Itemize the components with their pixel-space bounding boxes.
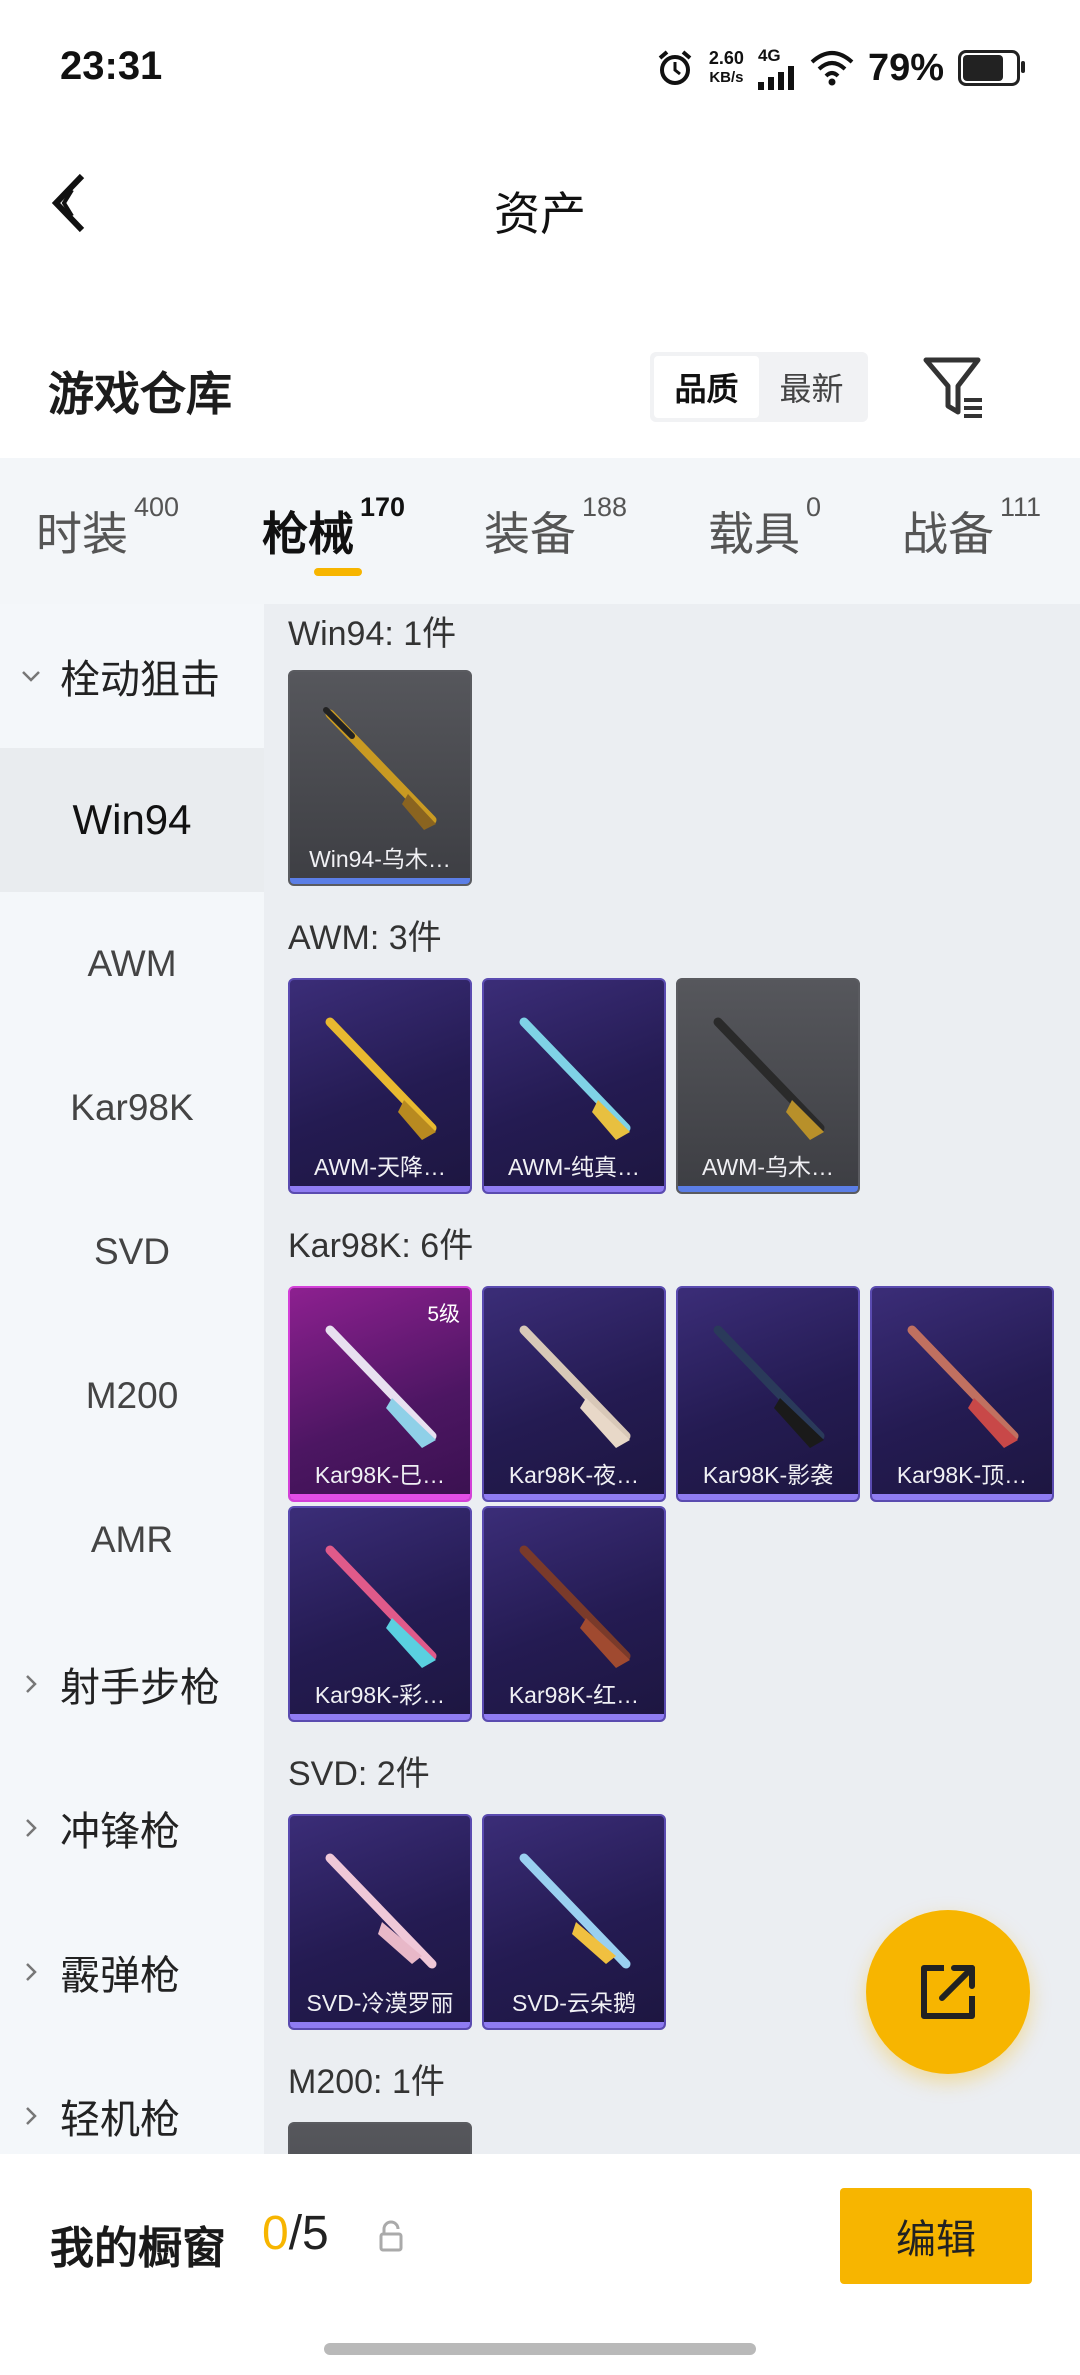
weapon-card-label: SVD-冷漠罗丽 <box>306 1990 454 2016</box>
wifi-icon <box>810 51 854 86</box>
weapon-card[interactable]: Win94-乌木… <box>288 670 472 886</box>
warehouse-title: 游戏仓库 <box>48 368 232 420</box>
rifle-icon <box>519 1853 631 1969</box>
sidebar-item-svd[interactable]: SVD <box>0 1180 264 1324</box>
sidebar-item-smg[interactable]: 冲锋枪 <box>0 1756 264 1900</box>
group-title-awm: AWM: 3件 <box>288 919 442 957</box>
rifle-icon <box>325 1545 437 1668</box>
weapon-card[interactable]: Kar98K-夜… <box>482 1286 666 1502</box>
weapon-card-label: Kar98K-夜… <box>508 1462 640 1488</box>
edit-button[interactable]: 编辑 <box>840 2188 1032 2284</box>
status-time: 23:31 <box>60 44 163 88</box>
weapon-card[interactable]: AWM-纯真… <box>482 978 666 1194</box>
weapon-card[interactable] <box>288 2122 472 2154</box>
weapon-card[interactable]: Kar98K-彩… <box>288 1506 472 1722</box>
showcase-count: 0/5 <box>262 2207 329 2260</box>
filter-icon[interactable] <box>920 350 990 424</box>
alarm-icon <box>658 50 692 85</box>
signal-indicator: 4G <box>757 46 796 90</box>
weapon-card-label: AWM-天降… <box>313 1154 446 1180</box>
rifle-icon <box>713 1325 825 1448</box>
weapon-card-label: SVD-云朵鹅 <box>512 1990 636 2016</box>
rifle-icon <box>907 1325 1019 1448</box>
rifle-icon <box>325 1325 437 1448</box>
app-header: 资产 <box>0 140 1080 270</box>
tab-weapons[interactable]: 枪械170 <box>262 492 405 564</box>
sidebar-item-marksman[interactable]: 射手步枪 <box>0 1612 264 1756</box>
weapon-card-label: Kar98K-巳… <box>314 1462 446 1488</box>
chevron-right-icon <box>26 1819 37 1837</box>
sidebar-item-kar98k[interactable]: Kar98K <box>0 1036 264 1180</box>
sidebar-item-lmg[interactable]: 轻机枪 <box>0 2044 264 2154</box>
group-title-svd: SVD: 2件 <box>288 1755 430 1793</box>
sidebar-item-bolt-action[interactable]: 栓动狙击 <box>0 604 264 748</box>
weapon-sidebar: 栓动狙击 Win94 AWM Kar98K SVD M200 AMR 射手步枪 … <box>0 604 264 2154</box>
sort-newest-button[interactable]: 最新 <box>759 356 864 418</box>
chevron-right-icon <box>26 1963 37 1981</box>
tab-vehicles[interactable]: 载具0 <box>708 492 821 564</box>
weapon-card[interactable]: AWM-乌木… <box>676 978 860 1194</box>
chevron-right-icon <box>26 2107 37 2125</box>
weapon-card-label: AWM-乌木… <box>701 1154 834 1180</box>
share-button[interactable] <box>866 1910 1030 2074</box>
status-indicators: 2.60 KB/s 4G 79% <box>655 46 1025 90</box>
weapon-card[interactable]: SVD-云朵鹅 <box>482 1814 666 2030</box>
rifle-icon <box>519 1545 631 1668</box>
network-speed: 2.60 KB/s <box>708 48 744 87</box>
signal-icon <box>757 66 794 90</box>
group-title-kar98k: Kar98K: 6件 <box>288 1227 474 1265</box>
rifle-icon <box>325 1017 437 1140</box>
category-tabs: 时装400 枪械170 装备188 载具0 战备111 <box>0 458 1080 604</box>
sort-quality-button[interactable]: 品质 <box>654 356 759 418</box>
rifle-icon <box>519 1325 631 1448</box>
weapon-card-label: Win94-乌木… <box>309 846 451 872</box>
sidebar-item-m200[interactable]: M200 <box>0 1324 264 1468</box>
network-type: 4G <box>757 46 781 65</box>
tab-fashion[interactable]: 时装400 <box>36 492 179 564</box>
weapon-card[interactable]: Kar98K-红… <box>482 1506 666 1722</box>
weapon-card[interactable]: Kar98K-影袭 <box>676 1286 860 1502</box>
weapon-card[interactable]: Kar98K-顶… <box>870 1286 1054 1502</box>
sort-toggle: 品质 最新 <box>650 352 868 422</box>
sidebar-item-amr[interactable]: AMR <box>0 1468 264 1612</box>
showcase-bar: 我的橱窗 0/5 编辑 <box>0 2154 1080 2375</box>
battery-icon <box>958 50 1025 86</box>
home-indicator[interactable] <box>324 2343 756 2355</box>
status-bar: 23:31 2.60 KB/s 4G 79% <box>0 0 1080 140</box>
sidebar-item-win94[interactable]: Win94 <box>0 748 264 892</box>
weapon-card[interactable]: 5级 Kar98K-巳… <box>288 1286 472 1502</box>
battery-percentage: 79% <box>867 46 944 89</box>
lock-icon <box>379 2220 403 2252</box>
chevron-down-icon <box>22 671 40 682</box>
share-icon <box>921 1965 975 2019</box>
chevron-right-icon <box>26 1675 37 1693</box>
weapon-card-label: Kar98K-彩… <box>314 1682 446 1708</box>
group-title-m200: M200: 1件 <box>288 2063 445 2101</box>
page-title: 资产 <box>494 188 586 240</box>
rifle-icon <box>713 1017 825 1140</box>
sidebar-item-awm[interactable]: AWM <box>0 892 264 1036</box>
active-tab-indicator <box>314 568 362 576</box>
group-title-win94: Win94: 1件 <box>288 615 457 653</box>
weapon-card[interactable]: SVD-冷漠罗丽 <box>288 1814 472 2030</box>
rifle-icon <box>323 707 437 830</box>
sidebar-item-shotgun[interactable]: 霰弹枪 <box>0 1900 264 2044</box>
weapon-card-label: Kar98K-影袭 <box>702 1462 834 1488</box>
rifle-icon <box>519 1017 631 1140</box>
tab-equipment[interactable]: 装备188 <box>484 492 627 564</box>
weapon-card[interactable]: AWM-天降… <box>288 978 472 1194</box>
weapon-card-label: Kar98K-顶… <box>896 1462 1028 1488</box>
showcase-label: 我的橱窗 <box>50 2224 226 2273</box>
tab-supplies[interactable]: 战备111 <box>902 492 1041 564</box>
weapon-card-label: Kar98K-红… <box>508 1682 640 1708</box>
rifle-icon <box>325 1853 437 1969</box>
weapon-card-label: AWM-纯真… <box>507 1154 640 1180</box>
